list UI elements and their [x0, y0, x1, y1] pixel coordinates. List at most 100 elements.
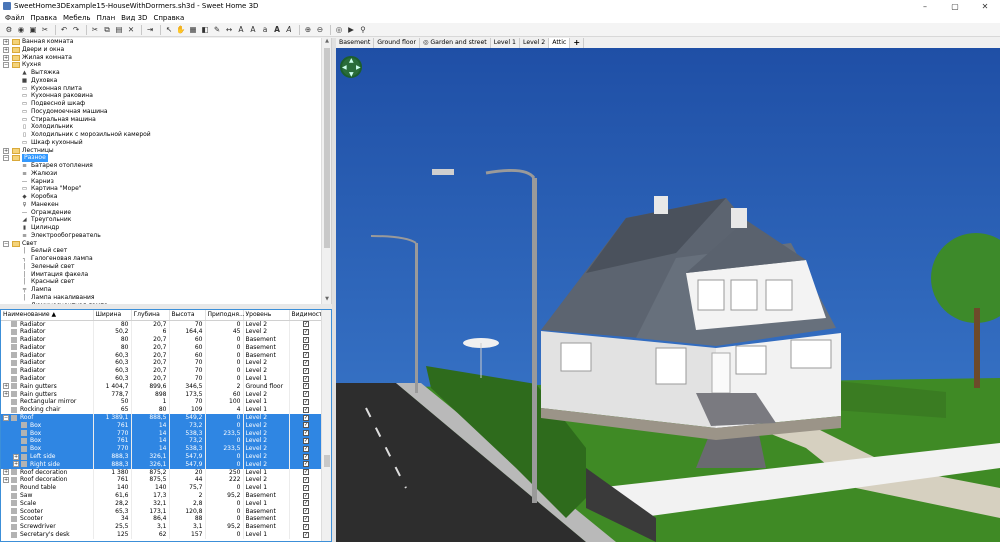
furniture-row[interactable]: Scooter 65,3 173,1 120,8 0 Basement ✓ — [1, 507, 324, 516]
catalog-item[interactable]: ▭ Стиральная машина — [0, 116, 331, 124]
zoom-in-icon[interactable]: ⊕ — [303, 25, 313, 35]
catalog-category[interactable]: + Ванная комната — [0, 38, 331, 46]
furniture-name-cell[interactable]: Radiator — [1, 367, 94, 376]
furniture-name-cell[interactable]: Radiator — [1, 359, 94, 368]
save-icon[interactable]: ▣ — [28, 25, 38, 35]
furniture-name-cell[interactable]: Radiator — [1, 351, 94, 360]
catalog-item[interactable]: ♀ Манекен — [0, 201, 331, 209]
catalog-item[interactable]: ╮ Галогеновая лампа — [0, 255, 331, 263]
furniture-row[interactable]: Box 770 14 538,3 233,5 Level 2 ✓ — [1, 429, 324, 438]
furniture-name-cell[interactable]: Radiator — [1, 328, 94, 337]
visible-checkbox[interactable]: ✓ — [303, 523, 309, 530]
expand-icon[interactable]: + — [3, 391, 9, 398]
new-icon[interactable]: ⚙ — [4, 25, 14, 35]
catalog-item[interactable]: ≡ Жалюзи — [0, 170, 331, 178]
copy-icon[interactable]: ⧉ — [102, 25, 112, 35]
furniture-name-cell[interactable]: Box — [1, 437, 94, 446]
catalog-item[interactable]: │ Белый свет — [0, 247, 331, 255]
furniture-row[interactable]: Box 761 14 73,2 0 Level 2 ✓ — [1, 437, 324, 446]
visible-checkbox[interactable]: ✓ — [303, 484, 309, 491]
furniture-row[interactable]: + Rain gutters 1 404,7 899,6 346,5 2 Ground fl… — [1, 382, 324, 391]
catalog-item[interactable]: ▮ Цилиндр — [0, 224, 331, 232]
increase-text-icon[interactable]: A — [248, 25, 258, 35]
visible-checkbox[interactable]: ✓ — [303, 383, 309, 390]
furniture-name-cell[interactable]: Saw — [1, 492, 94, 500]
maximize-button[interactable]: ▢ — [940, 2, 970, 11]
col-width[interactable]: Ширина — [93, 310, 132, 321]
visible-checkbox[interactable]: ✓ — [303, 492, 309, 499]
catalog-item[interactable]: ■ Духовка — [0, 77, 331, 85]
furniture-row[interactable]: Radiator 60,3 20,7 60 0 Basement ✓ — [1, 351, 324, 360]
furniture-name-cell[interactable]: Box — [1, 429, 94, 438]
catalog-item[interactable]: ▯ Холодильник с морозильной камерой — [0, 131, 331, 139]
visible-checkbox[interactable]: ✓ — [303, 508, 309, 515]
furniture-name-cell[interactable]: Scooter — [1, 507, 94, 516]
expand-icon[interactable]: + — [3, 383, 9, 390]
col-elevation[interactable]: Приподня... — [205, 310, 245, 321]
italic-icon[interactable]: A — [284, 25, 294, 35]
col-depth[interactable]: Глубина — [131, 310, 170, 321]
furniture-name-cell[interactable]: Screwdriver — [1, 523, 94, 532]
furniture-name-cell[interactable]: − Roof — [1, 414, 94, 422]
expand-icon[interactable]: + — [13, 461, 19, 468]
nav-right-icon[interactable]: ▶ — [356, 64, 361, 71]
navigation-control[interactable]: ▲ ▼ ◀ ▶ — [340, 56, 362, 78]
decrease-text-icon[interactable]: a — [260, 25, 270, 35]
col-visible[interactable]: Видимость — [289, 310, 326, 321]
scroll-down-icon[interactable]: ▼ — [322, 296, 331, 304]
furniture-row[interactable]: Scooter 34 86,4 88 0 Basement ✓ — [1, 515, 324, 524]
furniture-row[interactable]: + Roof decoration 1 380 875,2 20 250 Level 1 ✓ — [1, 468, 324, 477]
visible-checkbox[interactable]: ✓ — [303, 445, 309, 452]
visible-checkbox[interactable]: ✓ — [303, 461, 309, 468]
menu-edit[interactable]: Правка — [27, 14, 60, 22]
create-rooms-icon[interactable]: ◧ — [200, 25, 210, 35]
expand-icon[interactable]: + — [3, 39, 9, 45]
visible-checkbox[interactable]: ✓ — [303, 422, 309, 429]
tab-attic[interactable]: Attic — [549, 38, 571, 48]
furniture-name-cell[interactable]: Radiator — [1, 336, 94, 344]
furniture-name-cell[interactable]: Box — [1, 445, 94, 454]
catalog-item[interactable]: │ Зеленый свет — [0, 263, 331, 271]
nav-up-icon[interactable]: ▲ — [349, 57, 354, 64]
furniture-name-cell[interactable]: + Roof decoration — [1, 468, 94, 477]
tab-level-1[interactable]: Level 1 — [491, 38, 520, 48]
expand-icon[interactable]: + — [3, 476, 9, 483]
catalog-item[interactable]: — Ограждение — [0, 209, 331, 217]
visible-checkbox[interactable]: ✓ — [303, 352, 309, 359]
catalog-item[interactable]: — Карниз — [0, 178, 331, 186]
furniture-name-cell[interactable]: Radiator — [1, 375, 94, 383]
furniture-row[interactable]: + Roof decoration 761 875,5 44 222 Level 2 ✓ — [1, 476, 324, 485]
col-level[interactable]: Уровень — [243, 310, 290, 321]
menu-file[interactable]: Файл — [2, 14, 27, 22]
expand-icon[interactable]: + — [3, 469, 9, 476]
visible-checkbox[interactable]: ✓ — [303, 500, 309, 507]
visible-checkbox[interactable]: ✓ — [303, 375, 309, 382]
furniture-name-cell[interactable]: Rocking chair — [1, 406, 94, 415]
furniture-name-cell[interactable]: + Rain gutters — [1, 390, 94, 399]
catalog-item[interactable]: ≡ Электрообогреватель — [0, 232, 331, 240]
visible-checkbox[interactable]: ✓ — [303, 321, 309, 327]
furniture-row[interactable]: Radiator 80 20,7 70 0 Level 2 ✓ — [1, 320, 324, 329]
tab-garden-and-street[interactable]: ◎ Garden and street — [420, 38, 491, 48]
visible-checkbox[interactable]: ✓ — [303, 453, 309, 460]
visible-checkbox[interactable]: ✓ — [303, 391, 309, 398]
bold-icon[interactable]: A — [272, 25, 282, 35]
catalog-category[interactable]: + Лестницы — [0, 147, 331, 155]
catalog-scroll-thumb[interactable] — [324, 48, 330, 248]
visible-checkbox[interactable]: ✓ — [303, 437, 309, 444]
scroll-up-icon[interactable]: ▲ — [322, 38, 331, 46]
3d-view[interactable]: ▲ ▼ ◀ ▶ — [336, 48, 1000, 542]
furniture-name-cell[interactable]: + Roof decoration — [1, 476, 94, 485]
add-furniture-icon[interactable]: ⇥ — [145, 25, 155, 35]
visible-checkbox[interactable]: ✓ — [303, 359, 309, 366]
add-level-tab[interactable]: + — [570, 38, 585, 48]
nav-down-icon[interactable]: ▼ — [349, 71, 354, 78]
menu-plan[interactable]: План — [94, 14, 119, 22]
catalog-item[interactable]: ▯ Холодильник — [0, 123, 331, 131]
delete-icon[interactable]: ✕ — [126, 25, 136, 35]
nav-left-icon[interactable]: ◀ — [342, 64, 347, 71]
catalog-item[interactable]: ◢ Треугольник — [0, 216, 331, 224]
catalog-category[interactable]: − Кухня — [0, 61, 331, 69]
create-labels-icon[interactable]: A — [236, 25, 246, 35]
furniture-name-cell[interactable]: Radiator — [1, 343, 94, 352]
